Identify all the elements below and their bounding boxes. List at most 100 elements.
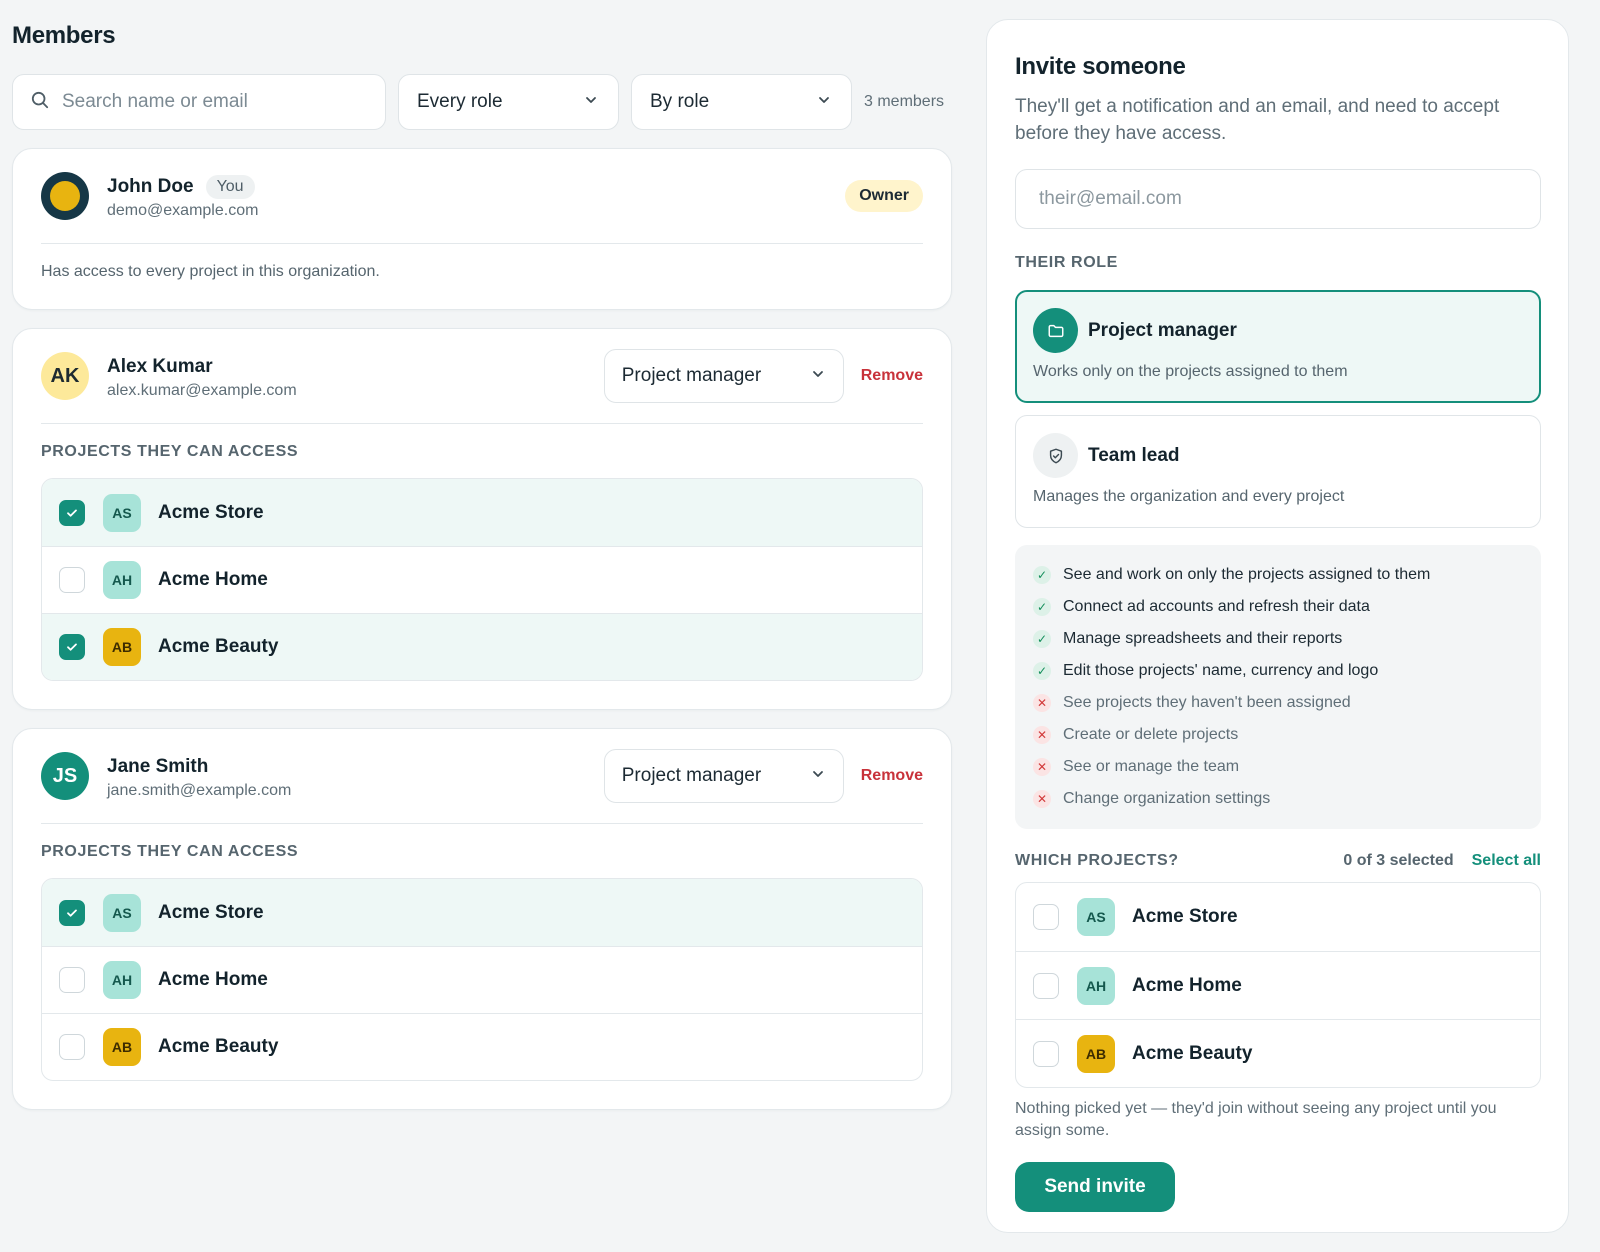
permission-item: ✓ Manage spreadsheets and their reports <box>1033 623 1541 655</box>
project-row[interactable]: AS Acme Store <box>42 879 922 946</box>
role-name: Team lead <box>1088 444 1180 466</box>
member-role-value: Project manager <box>621 365 762 386</box>
which-projects-header: WHICH PROJECTS? 0 of 3 selected Select a… <box>1015 851 1541 871</box>
chevron-down-icon <box>817 91 831 113</box>
project-name: Acme Home <box>158 569 268 590</box>
invite-description: They'll get a notification and an email,… <box>1015 96 1500 144</box>
project-checkbox[interactable] <box>59 899 85 926</box>
member-role-select[interactable]: Project manager <box>603 749 844 803</box>
member-name: Alex Kumar <box>107 355 213 377</box>
permission-text: Connect ad accounts and refresh their da… <box>1063 598 1370 615</box>
sort-value: By role <box>650 91 710 112</box>
role-label: THEIR ROLE <box>1015 254 1118 271</box>
project-row[interactable]: AS Acme Store <box>42 479 922 546</box>
member-email: jane.smith@example.com <box>107 781 292 799</box>
folder-icon <box>1033 308 1078 353</box>
select-all-button[interactable]: Select all <box>1472 852 1541 870</box>
member-role-select[interactable]: Project manager <box>603 349 844 403</box>
search-placeholder: Search name or email <box>62 91 248 112</box>
cross-icon: ✕ <box>1033 758 1051 776</box>
remove-member-button[interactable]: Remove <box>861 767 923 785</box>
cross-icon: ✕ <box>1033 694 1051 712</box>
project-row[interactable]: AB Acme Beauty <box>42 1013 922 1080</box>
role-description: Manages the organization and every proje… <box>1033 488 1345 505</box>
project-badge: AB <box>103 1028 141 1066</box>
member-header: JS Jane Smith jane.smith@example.com Pro… <box>41 729 923 824</box>
permission-item: ✕ See or manage the team <box>1033 751 1541 783</box>
permission-item: ✓ Connect ad accounts and refresh their d… <box>1033 591 1541 623</box>
search-icon <box>31 91 49 114</box>
permission-text: See projects they haven't been assigned <box>1063 694 1351 711</box>
project-checkbox[interactable] <box>59 567 85 593</box>
chevron-down-icon <box>811 365 825 387</box>
project-row[interactable]: AH Acme Home <box>42 546 922 613</box>
project-row[interactable]: AS Acme Store <box>1016 883 1540 951</box>
avatar: JS <box>41 752 89 800</box>
chevron-down-icon <box>811 765 825 787</box>
permission-text: Manage spreadsheets and their reports <box>1063 630 1343 647</box>
member-header: John Doe You demo@example.com Owner <box>41 149 923 244</box>
sort-select[interactable]: By role <box>631 74 852 130</box>
permission-item: ✓ Edit those projects' name, currency and… <box>1033 655 1541 687</box>
project-badge: AH <box>103 561 141 599</box>
project-badge: AS <box>103 493 141 532</box>
check-icon: ✓ <box>1033 566 1051 584</box>
project-access-list: AS Acme Store AH Acme Home AB Acme Beaut… <box>41 478 923 681</box>
projects-access-label: PROJECTS THEY CAN ACCESS <box>41 843 299 860</box>
project-name: Acme Store <box>158 501 264 523</box>
role-filter-select[interactable]: Every role <box>398 74 619 130</box>
permission-text: Edit those projects' name, currency and … <box>1063 662 1379 679</box>
permission-text: Change organization settings <box>1063 790 1271 807</box>
project-checkbox[interactable] <box>1033 1040 1059 1067</box>
project-name: Acme Beauty <box>158 1036 279 1057</box>
email-field[interactable]: their@email.com <box>1015 169 1541 229</box>
project-badge: AB <box>103 628 141 666</box>
project-access-list: AS Acme Store AH Acme Home AB Acme Beaut… <box>41 878 923 1081</box>
owner-access-note: Has access to every project in this orga… <box>41 263 380 280</box>
role-filter-value: Every role <box>417 91 503 112</box>
project-checkbox[interactable] <box>1033 972 1059 999</box>
role-option-team-lead[interactable]: Team lead Manages the organization and e… <box>1015 415 1541 528</box>
member-header: AK Alex Kumar alex.kumar@example.com Pro… <box>41 329 923 424</box>
project-badge: AH <box>1077 966 1115 1005</box>
member-name: John Doe <box>107 175 194 197</box>
project-checkbox[interactable] <box>1033 904 1059 930</box>
invite-panel: Invite someone They'll get a notificatio… <box>986 19 1569 1233</box>
check-icon: ✓ <box>1033 630 1051 648</box>
member-card: JS Jane Smith jane.smith@example.com Pro… <box>12 728 952 1110</box>
members-section: Members Search name or email Every role … <box>12 20 952 1110</box>
project-badge: AS <box>103 893 141 932</box>
chevron-down-icon <box>584 91 598 113</box>
selected-count: 0 of 3 selected <box>1343 852 1454 869</box>
project-name: Acme Store <box>1132 906 1238 927</box>
shield-icon <box>1033 433 1078 478</box>
project-name: Acme Store <box>158 901 264 923</box>
project-row[interactable]: AH Acme Home <box>42 946 922 1013</box>
role-option-project-manager[interactable]: Project manager Works only on the projec… <box>1015 290 1541 403</box>
cross-icon: ✕ <box>1033 726 1051 744</box>
role-name: Project manager <box>1088 319 1237 341</box>
member-card-owner: John Doe You demo@example.com Owner Has … <box>12 148 952 310</box>
search-input[interactable]: Search name or email <box>12 74 386 130</box>
check-icon <box>67 643 77 651</box>
project-row[interactable]: AB Acme Beauty <box>42 613 922 680</box>
project-checkbox[interactable] <box>59 499 85 526</box>
send-invite-button[interactable]: Send invite <box>1015 1162 1175 1212</box>
members-toolbar: Search name or email Every role By role … <box>12 74 952 130</box>
cross-icon: ✕ <box>1033 790 1051 808</box>
permission-item: ✕ See projects they haven't been assigned <box>1033 687 1541 719</box>
remove-member-button[interactable]: Remove <box>861 367 923 385</box>
project-checkbox[interactable] <box>59 634 85 660</box>
project-checkbox[interactable] <box>59 1034 85 1060</box>
project-badge: AH <box>103 961 141 999</box>
role-description: Works only on the projects assigned to t… <box>1033 363 1348 380</box>
project-checkbox[interactable] <box>59 967 85 993</box>
you-badge: You <box>205 174 255 199</box>
avatar <box>41 172 89 220</box>
project-row[interactable]: AB Acme Beauty <box>1016 1019 1540 1087</box>
invite-note: Nothing picked yet — they'd join without… <box>1015 1100 1497 1139</box>
check-icon: ✓ <box>1033 598 1051 616</box>
permission-text: See and work on only the projects assign… <box>1063 566 1431 583</box>
project-row[interactable]: AH Acme Home <box>1016 951 1540 1019</box>
permission-text: See or manage the team <box>1063 758 1240 775</box>
